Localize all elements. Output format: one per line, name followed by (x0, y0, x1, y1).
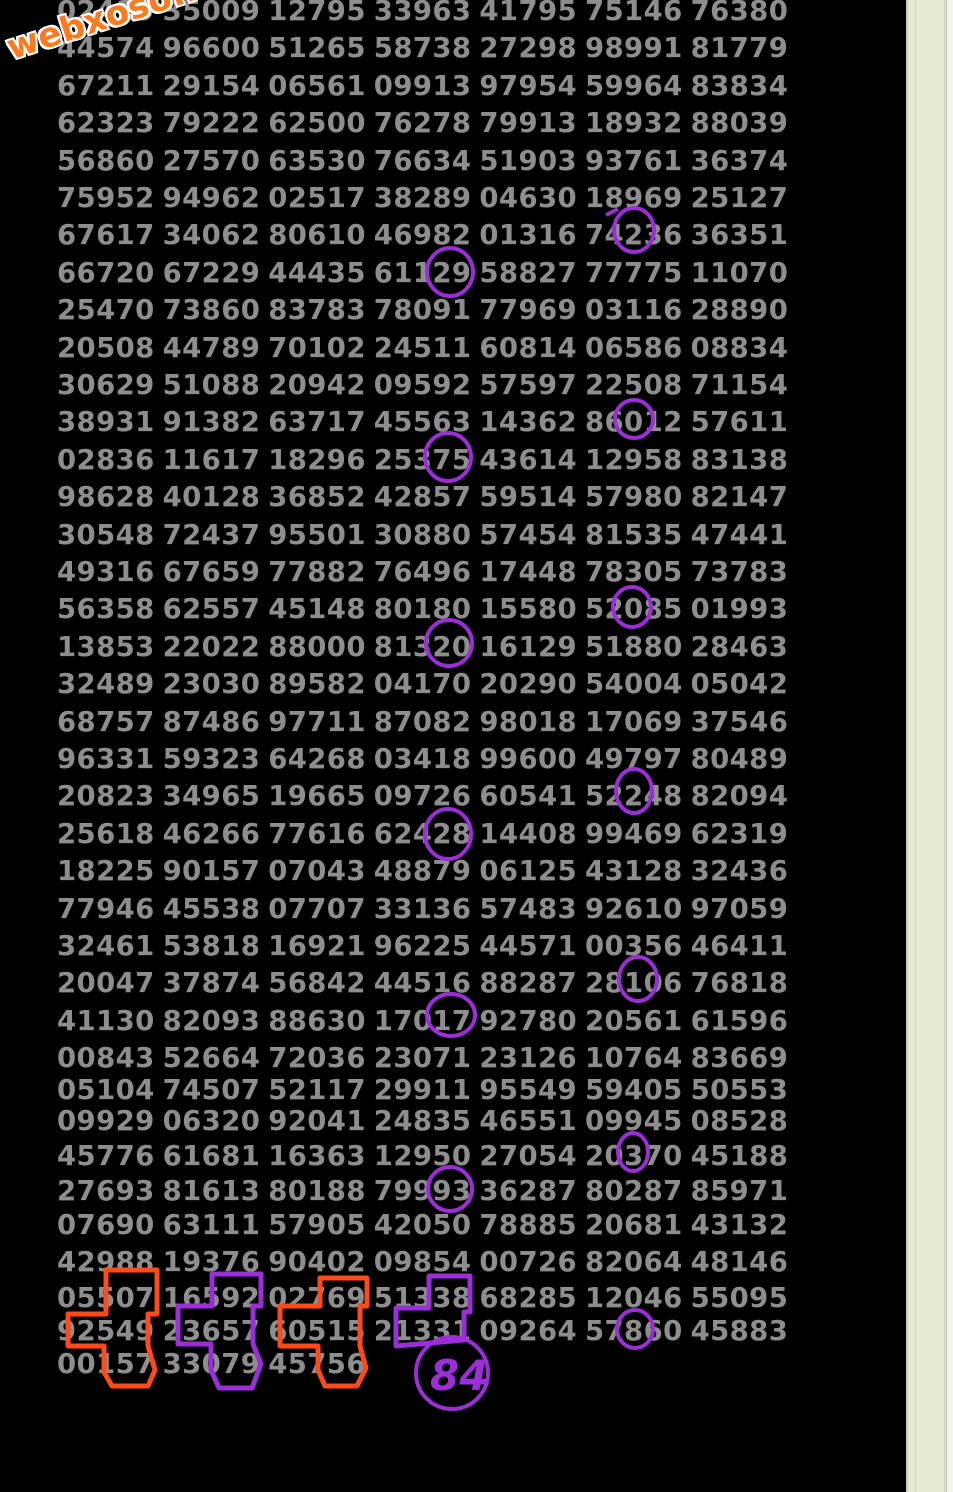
panel-edge (946, 0, 953, 1492)
cross-mark-purple (393, 1273, 473, 1349)
circle-mark (617, 955, 659, 1003)
circle-mark (425, 992, 477, 1038)
circle-mark (423, 807, 473, 861)
circle-tail-mark (605, 207, 619, 217)
cross-mark-purple (175, 1271, 264, 1391)
circle-mark (611, 585, 653, 629)
cross-mark-orange (277, 1275, 370, 1389)
results-board: 02419 35009 12795 33963 41795 75146 76380 44574… (0, 0, 906, 1492)
annotation-label: 84 (430, 1351, 488, 1400)
circle-mark (616, 1131, 650, 1173)
circle-mark (613, 398, 655, 440)
circle-mark (425, 246, 475, 298)
cross-mark-orange (65, 1267, 160, 1389)
circle-mark (426, 1165, 474, 1213)
circle-mark (614, 767, 654, 815)
circle-mark (615, 1308, 655, 1350)
hand-annotations: 84 (65, 206, 659, 1411)
scrollbar[interactable] (915, 0, 945, 1492)
circle-mark (612, 206, 656, 254)
circle-mark (424, 618, 474, 668)
circle-mark (423, 431, 473, 483)
circle-marks (414, 206, 659, 1411)
cross-marks (65, 1267, 473, 1391)
